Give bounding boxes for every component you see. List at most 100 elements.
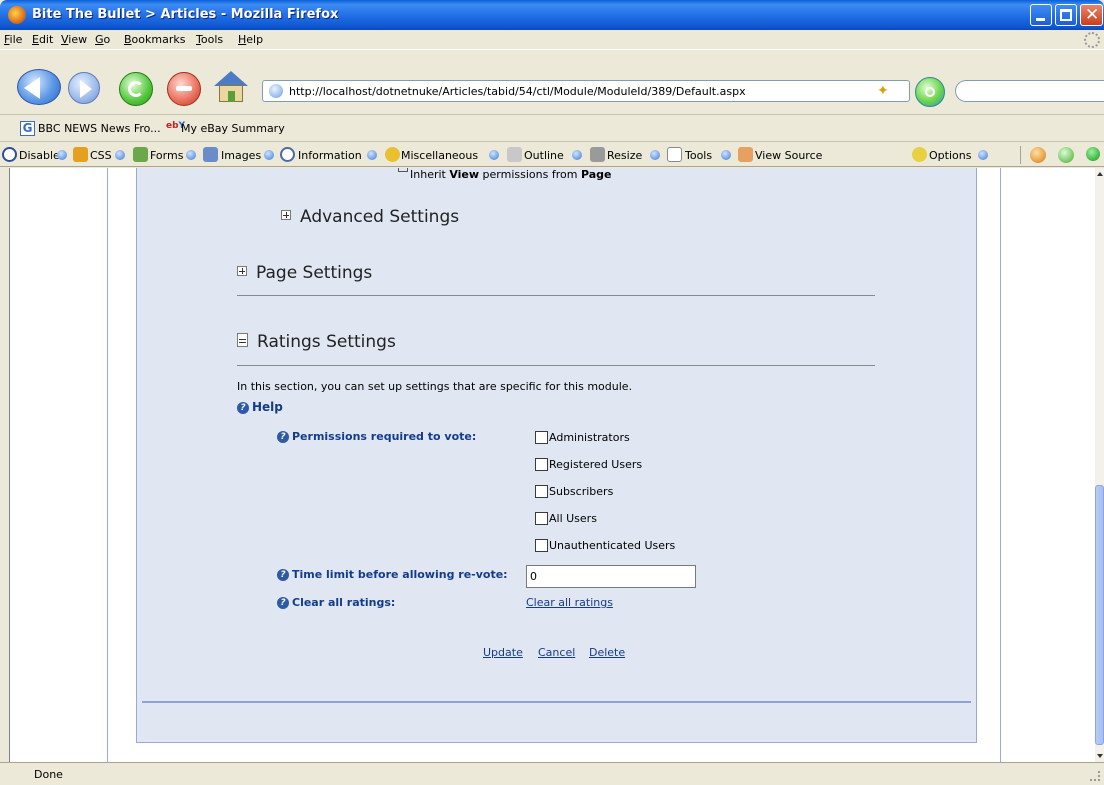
navigation-toolbar: http://localhost/dotnetnuke/Articles/tab… bbox=[0, 51, 1104, 115]
subscribers-checkbox[interactable] bbox=[535, 485, 548, 498]
back-button[interactable] bbox=[17, 69, 61, 105]
css-valid-icon[interactable] bbox=[1058, 147, 1074, 163]
advanced-settings-header[interactable]: Advanced Settings bbox=[281, 207, 459, 227]
advanced-settings-title: Advanced Settings bbox=[300, 207, 460, 227]
images-icon bbox=[203, 147, 218, 162]
miscellaneous-arrow-icon[interactable] bbox=[489, 150, 499, 160]
ratings-settings-header[interactable]: Ratings Settings bbox=[237, 332, 396, 352]
html-valid-icon[interactable] bbox=[1086, 147, 1100, 161]
scroll-down-icon[interactable] bbox=[1095, 750, 1104, 762]
role-label: Registered Users bbox=[549, 458, 643, 471]
scroll-up-icon[interactable] bbox=[1095, 168, 1104, 180]
menu-view[interactable]: View bbox=[61, 33, 87, 46]
menu-edit-rest: dit bbox=[38, 33, 54, 46]
forward-arrow-icon bbox=[80, 80, 92, 98]
vertical-scrollbar[interactable] bbox=[1095, 168, 1104, 762]
unauthenticated-users-checkbox[interactable] bbox=[535, 539, 548, 552]
site-icon bbox=[269, 84, 283, 98]
scroll-thumb[interactable] bbox=[1095, 485, 1104, 745]
reload-icon bbox=[128, 81, 144, 97]
dev-tools[interactable]: Tools bbox=[685, 149, 712, 162]
role-registered-users[interactable]: Registered Users bbox=[535, 458, 642, 471]
window-title: Bite The Bullet > Articles - Mozilla Fir… bbox=[32, 7, 339, 22]
help-icon[interactable]: ? bbox=[277, 569, 289, 581]
css-arrow-icon[interactable] bbox=[115, 150, 125, 160]
resize-grip-icon[interactable] bbox=[1090, 771, 1100, 781]
menu-bookmarks-rest: ookmarks bbox=[131, 33, 186, 46]
close-button[interactable]: ✕ bbox=[1080, 4, 1103, 26]
dev-outline[interactable]: Outline bbox=[524, 149, 564, 162]
reload-button[interactable] bbox=[119, 72, 153, 106]
maximize-icon bbox=[1060, 9, 1072, 21]
help-icon[interactable]: ? bbox=[277, 431, 289, 443]
stop-button[interactable] bbox=[167, 72, 201, 106]
inherit-checkbox[interactable] bbox=[398, 168, 408, 172]
role-subscribers[interactable]: Subscribers bbox=[535, 485, 613, 498]
search-input[interactable] bbox=[955, 80, 1104, 102]
all-users-checkbox[interactable] bbox=[535, 512, 548, 525]
dev-forms[interactable]: Forms bbox=[150, 149, 183, 162]
options-arrow-icon[interactable] bbox=[978, 150, 988, 160]
dev-images[interactable]: Images bbox=[221, 149, 261, 162]
dev-information[interactable]: Information bbox=[298, 149, 362, 162]
tools-icon bbox=[667, 147, 682, 162]
page-settings-header[interactable]: Page Settings bbox=[237, 263, 372, 283]
home-button[interactable] bbox=[214, 71, 248, 103]
administrators-checkbox[interactable] bbox=[535, 431, 548, 444]
role-all-users[interactable]: All Users bbox=[535, 512, 597, 525]
registered-users-checkbox[interactable] bbox=[535, 458, 548, 471]
menu-file-rest: ile bbox=[9, 33, 23, 46]
clear-all-ratings-link[interactable]: Clear all ratings bbox=[526, 596, 613, 609]
menu-bookmarks[interactable]: Bookmarks bbox=[124, 33, 185, 46]
dev-view-source[interactable]: View Source bbox=[755, 149, 822, 162]
stop-icon bbox=[176, 86, 192, 91]
role-label: Administrators bbox=[549, 431, 630, 444]
dev-css[interactable]: CSS bbox=[90, 149, 112, 162]
bookmark-my-ebay[interactable]: My eBay Summary bbox=[181, 122, 285, 135]
url-bar[interactable]: http://localhost/dotnetnuke/Articles/tab… bbox=[262, 80, 910, 102]
help-status-icon[interactable] bbox=[1030, 147, 1046, 163]
disable-arrow-icon[interactable] bbox=[57, 150, 67, 160]
role-unauthenticated-users[interactable]: Unauthenticated Users bbox=[535, 539, 675, 552]
cancel-link[interactable]: Cancel bbox=[538, 646, 575, 659]
firefox-window: Bite The Bullet > Articles - Mozilla Fir… bbox=[0, 0, 1104, 785]
menu-help[interactable]: Help bbox=[238, 33, 263, 46]
forward-button[interactable] bbox=[68, 72, 100, 104]
menu-view-rest: iew bbox=[68, 33, 88, 46]
maximize-button[interactable] bbox=[1055, 4, 1077, 26]
permissions-label: ? Permissions required to vote: bbox=[277, 430, 476, 443]
bookmark-bbc-news[interactable]: BBC NEWS News Fro... bbox=[38, 122, 161, 135]
images-arrow-icon[interactable] bbox=[264, 150, 274, 160]
update-link[interactable]: Update bbox=[483, 646, 523, 659]
delete-link[interactable]: Delete bbox=[589, 646, 625, 659]
resize-arrow-icon[interactable] bbox=[650, 150, 660, 160]
help-link[interactable]: ? Help bbox=[237, 400, 283, 414]
collapse-icon bbox=[237, 333, 248, 347]
outline-icon bbox=[507, 147, 522, 162]
menu-edit[interactable]: Edit bbox=[32, 33, 53, 46]
menu-file[interactable]: File bbox=[4, 33, 22, 46]
go-button[interactable] bbox=[915, 77, 945, 107]
forms-arrow-icon[interactable] bbox=[186, 150, 196, 160]
dev-miscellaneous[interactable]: Miscellaneous bbox=[401, 149, 478, 162]
menu-tools[interactable]: Tools bbox=[196, 33, 223, 46]
feed-icon[interactable]: ✦ bbox=[877, 83, 889, 99]
dev-disable[interactable]: Disable bbox=[19, 149, 60, 162]
information-arrow-icon[interactable] bbox=[367, 150, 377, 160]
time-limit-label-text: Time limit before allowing re-vote: bbox=[292, 568, 508, 581]
toolbar-separator bbox=[1020, 146, 1021, 164]
help-icon[interactable]: ? bbox=[277, 597, 289, 609]
outline-arrow-icon[interactable] bbox=[572, 150, 582, 160]
time-limit-input[interactable]: 0 bbox=[526, 565, 696, 588]
minimize-button[interactable] bbox=[1030, 4, 1052, 26]
menu-go[interactable]: Go bbox=[95, 33, 110, 46]
firefox-icon bbox=[8, 6, 26, 24]
tools-arrow-icon[interactable] bbox=[721, 150, 731, 160]
bookmarks-toolbar: G BBC NEWS News Fro... ebY My eBay Summa… bbox=[0, 116, 1104, 142]
home-door-icon bbox=[228, 91, 235, 102]
close-icon: ✕ bbox=[1085, 5, 1100, 25]
role-administrators[interactable]: Administrators bbox=[535, 431, 630, 444]
dev-options[interactable]: Options bbox=[929, 149, 971, 162]
left-column bbox=[10, 168, 108, 762]
dev-resize[interactable]: Resize bbox=[607, 149, 642, 162]
